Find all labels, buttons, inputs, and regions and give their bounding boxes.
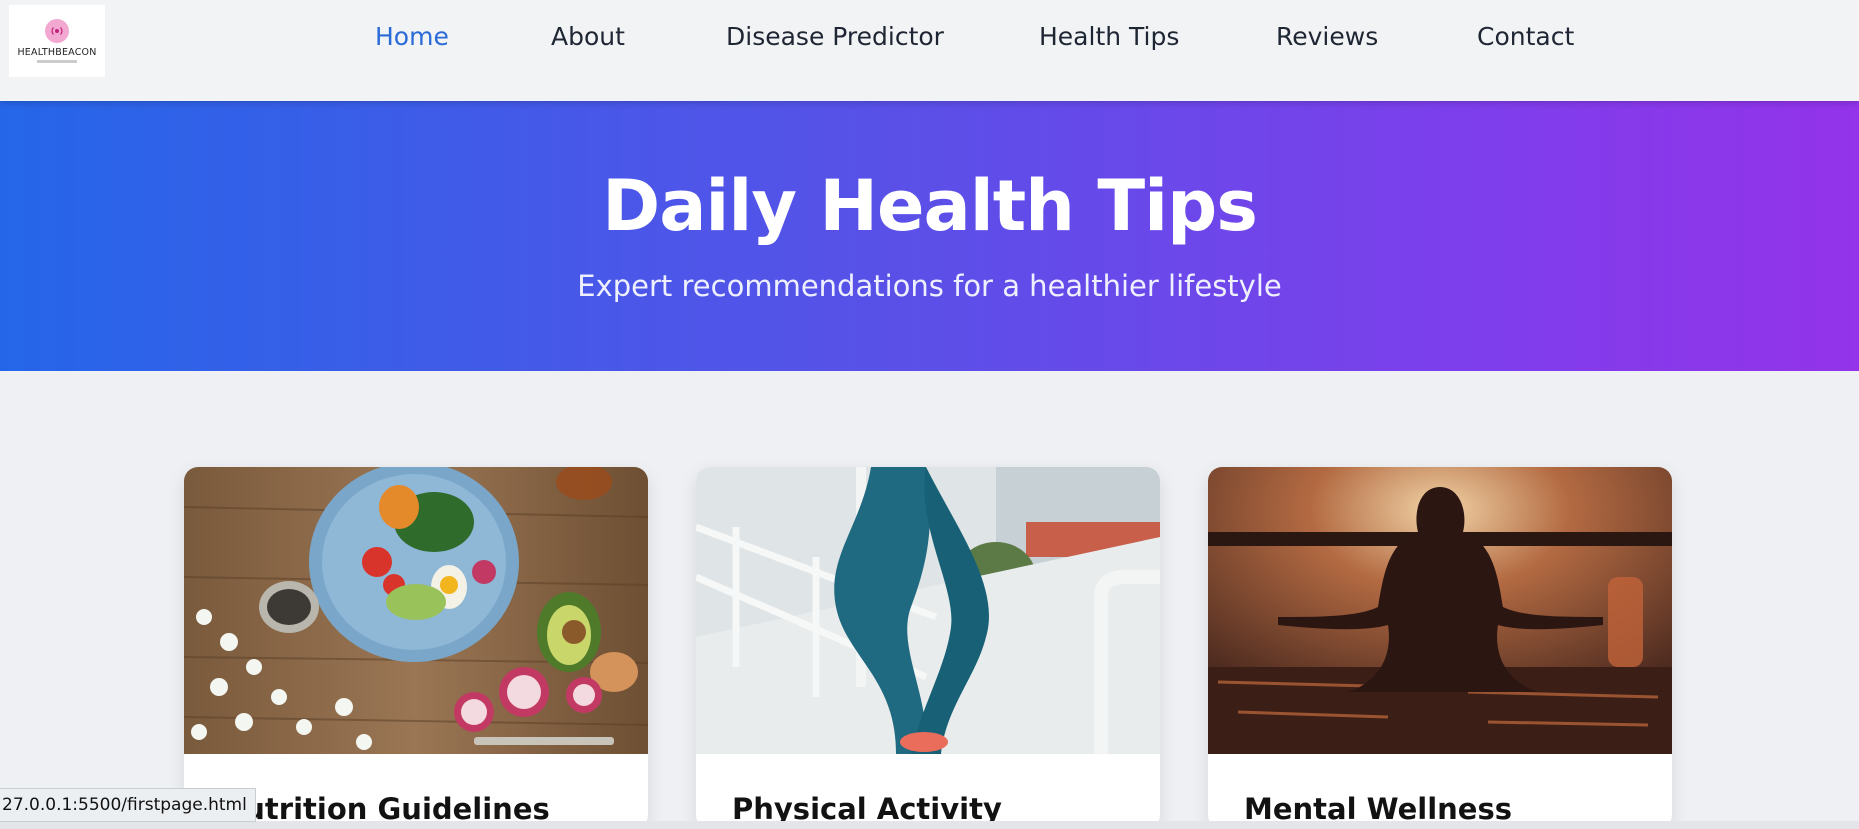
nav-contact[interactable]: Contact xyxy=(1477,22,1574,51)
tip-card-mental-wellness[interactable]: Mental Wellness xyxy=(1208,467,1672,829)
nav-links: Home About Disease Predictor Health Tips… xyxy=(0,0,1859,82)
tip-card-physical-activity[interactable]: Physical Activity xyxy=(696,467,1160,829)
nav-disease-predictor[interactable]: Disease Predictor xyxy=(726,22,944,51)
nav-about[interactable]: About xyxy=(551,22,625,51)
tip-card-nutrition[interactable]: Nutrition Guidelines xyxy=(184,467,648,829)
hero-banner: Daily Health Tips Expert recommendations… xyxy=(0,101,1859,371)
bottom-edge xyxy=(0,821,1859,829)
hero-title: Daily Health Tips xyxy=(602,165,1258,247)
nav-health-tips[interactable]: Health Tips xyxy=(1039,22,1179,51)
navbar: HEALTHBEACON Home About Disease Predicto… xyxy=(0,0,1859,101)
status-bar-url: 27.0.0.1:5500/firstpage.html xyxy=(0,788,256,822)
mental-wellness-image xyxy=(1208,467,1672,754)
physical-activity-image xyxy=(696,467,1160,754)
nutrition-image xyxy=(184,467,648,754)
hero-subtitle: Expert recommendations for a healthier l… xyxy=(577,269,1282,303)
nav-home[interactable]: Home xyxy=(375,22,449,51)
nav-reviews[interactable]: Reviews xyxy=(1276,22,1378,51)
